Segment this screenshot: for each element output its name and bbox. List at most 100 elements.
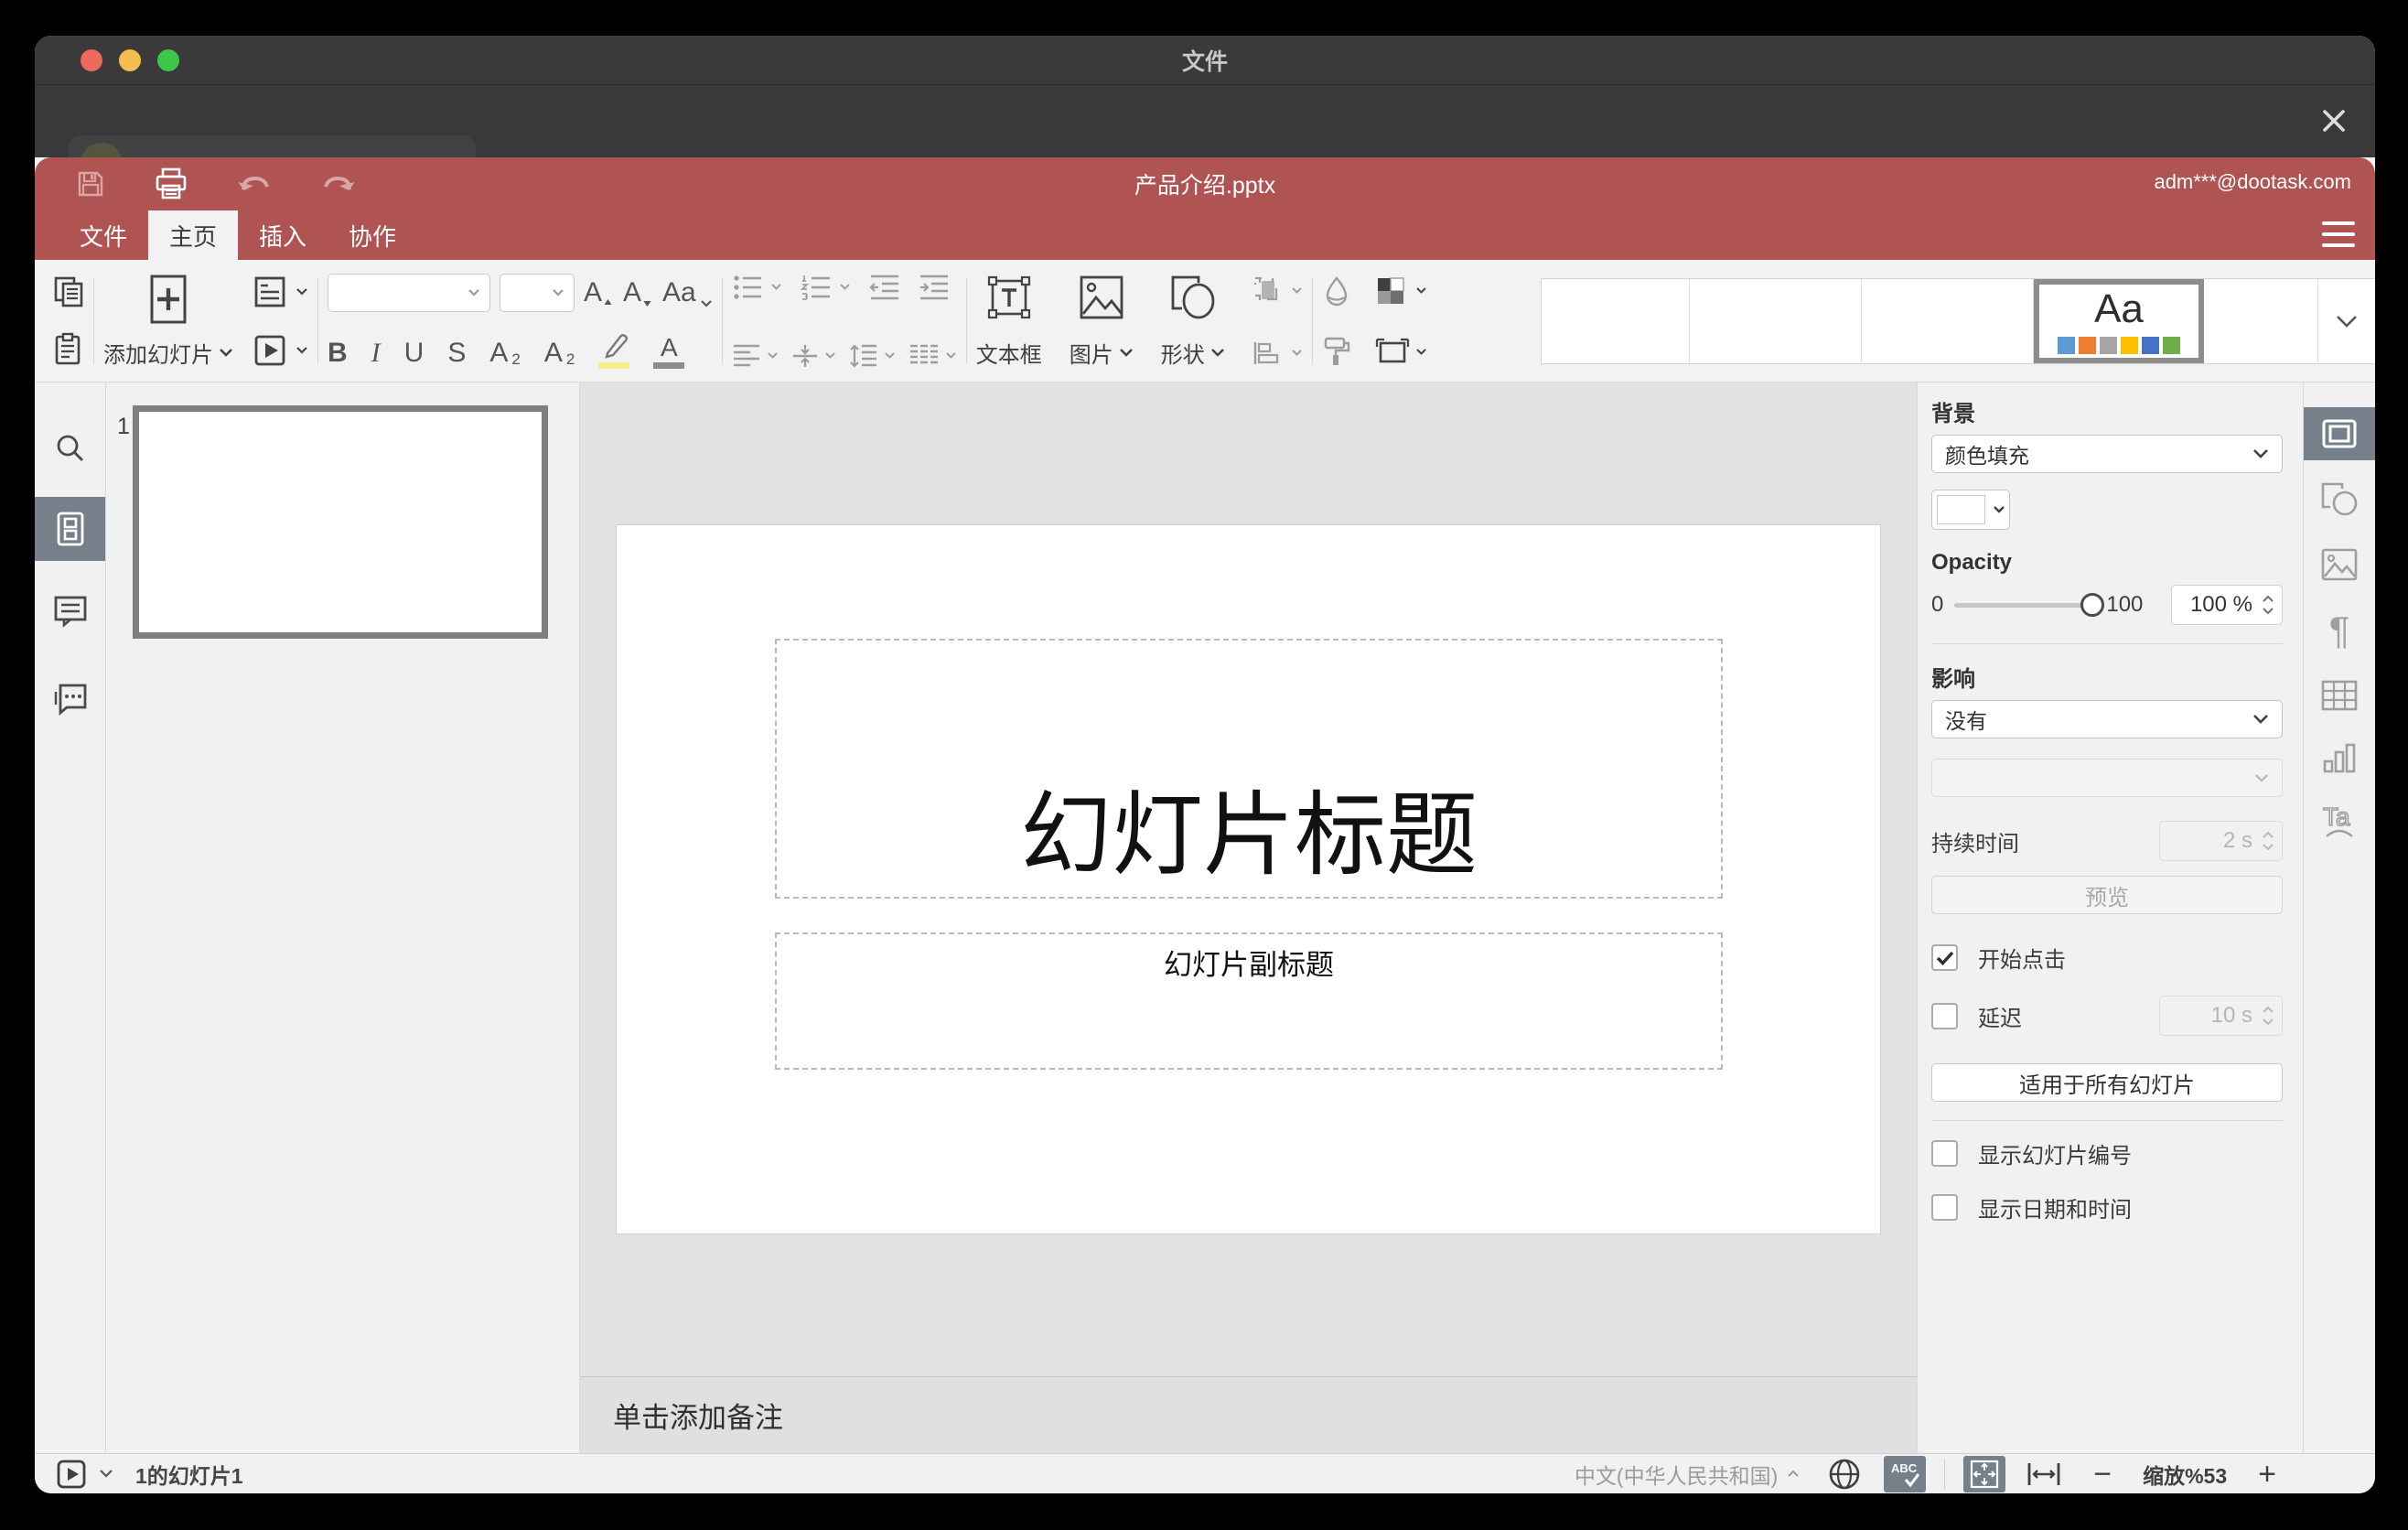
apply-to-all-slides-button[interactable]: 适用于所有幻灯片 [1931, 1063, 2283, 1102]
start-on-click-checkbox[interactable]: 开始点击 [1931, 942, 2283, 974]
theme-gallery-expand-button[interactable] [2318, 279, 2375, 363]
chevron-down-icon[interactable] [99, 1469, 113, 1479]
copy-style-button[interactable] [1322, 336, 1351, 367]
theme-selected[interactable]: Aa [2034, 279, 2204, 363]
language-selector[interactable]: 中文(中华人民共和国) [1575, 1459, 1800, 1490]
chat-button[interactable] [35, 683, 105, 716]
shape-settings-tab[interactable] [2304, 481, 2375, 518]
theme-slot-5[interactable] [2204, 279, 2318, 363]
underline-button[interactable]: U [404, 338, 425, 369]
preview-button[interactable]: 预览 [1931, 876, 2283, 914]
tab-collaboration[interactable]: 协作 [328, 210, 417, 260]
delay-input[interactable]: 10 s [2159, 996, 2283, 1036]
opacity-slider[interactable] [1954, 593, 2104, 617]
subtitle-placeholder[interactable]: 幻灯片副标题 [775, 932, 1723, 1070]
chart-settings-tab[interactable] [2304, 741, 2375, 776]
theme-slot-3[interactable] [1862, 279, 2034, 363]
numbering-button[interactable] [800, 274, 851, 301]
arrange-shape-button[interactable] [1252, 275, 1303, 307]
decrease-font-button[interactable]: A [623, 277, 653, 308]
show-date-time-checkbox[interactable]: 显示日期和时间 [1931, 1191, 2283, 1223]
checkbox-unchecked [1931, 1002, 1958, 1029]
spinner-up-icon[interactable] [2262, 1006, 2274, 1014]
spellcheck-button[interactable]: ABC [1884, 1455, 1927, 1492]
tab-home[interactable]: 主页 [148, 210, 238, 260]
theme-slot-2[interactable] [1690, 279, 1862, 363]
close-overlay-button[interactable] [2317, 103, 2351, 138]
italic-button[interactable]: I [371, 338, 381, 369]
find-button[interactable] [35, 432, 105, 465]
slide-settings-tab[interactable] [2304, 407, 2375, 460]
columns-button[interactable] [908, 343, 957, 369]
theme-slot-1[interactable] [1542, 279, 1690, 363]
copy-icon [54, 276, 83, 307]
fit-to-width-button[interactable] [2026, 1460, 2062, 1488]
highlight-color-button[interactable] [598, 333, 630, 369]
zoom-in-button[interactable]: + [2258, 1459, 2276, 1490]
bold-button[interactable]: B [328, 338, 348, 369]
spinner-up-icon[interactable] [2262, 595, 2274, 603]
insert-textbox-button[interactable]: 文本框 [976, 274, 1042, 369]
delay-label: 延迟 [1978, 1006, 2022, 1031]
font-size-combo[interactable] [500, 273, 575, 312]
bullets-button[interactable] [732, 274, 782, 301]
title-placeholder[interactable]: 幻灯片标题 [775, 639, 1723, 899]
background-color-picker[interactable] [1931, 490, 2010, 530]
add-slide-button[interactable]: 添加幻灯片 [103, 274, 233, 369]
spinner-up-icon[interactable] [2262, 831, 2274, 839]
spinner-down-icon[interactable] [2262, 1018, 2274, 1026]
increase-indent-button[interactable] [919, 274, 950, 301]
copy-button[interactable] [53, 275, 84, 308]
slides-panel-button[interactable] [35, 497, 105, 561]
font-color-button[interactable]: A [653, 334, 685, 369]
duration-input[interactable]: 2 s [2159, 821, 2283, 861]
superscript-button[interactable]: A2 [489, 338, 520, 369]
menu-button[interactable] [2322, 221, 2355, 247]
paragraph-settings-tab[interactable]: ¶ [2304, 611, 2375, 650]
align-shape-button[interactable] [1252, 339, 1303, 367]
notes-area[interactable]: 单击添加备注 [580, 1376, 1917, 1453]
set-language-button[interactable] [1827, 1457, 1862, 1492]
change-case-button[interactable]: Aa [662, 277, 713, 308]
slide-surface[interactable]: 幻灯片标题 幻灯片副标题 [616, 524, 1881, 1234]
chevron-down-icon [1292, 350, 1302, 356]
slide-thumbnail-1[interactable] [133, 405, 548, 639]
start-slideshow-button[interactable] [253, 334, 308, 367]
show-slide-number-checkbox[interactable]: 显示幻灯片编号 [1931, 1137, 2283, 1169]
spinner-down-icon[interactable] [2262, 843, 2274, 851]
image-settings-tab[interactable] [2304, 547, 2375, 582]
line-spacing-button[interactable] [849, 343, 896, 369]
increase-font-button[interactable]: A [584, 277, 614, 308]
tab-insert[interactable]: 插入 [238, 210, 328, 260]
paste-button[interactable] [53, 332, 84, 367]
insert-shape-button[interactable]: 形状 [1161, 274, 1225, 369]
tab-file[interactable]: 文件 [59, 210, 148, 260]
clear-style-button[interactable] [1322, 275, 1351, 307]
background-fill-select[interactable]: 颜色填充 [1931, 435, 2283, 473]
opacity-input[interactable]: 100 % [2171, 585, 2283, 625]
delay-checkbox[interactable]: 延迟 10 s [1931, 996, 2283, 1036]
right-settings-rail: ¶ Ta [2303, 382, 2375, 1453]
decrease-indent-button[interactable] [869, 274, 900, 301]
strikethrough-button[interactable]: S [447, 338, 466, 369]
textart-settings-tab[interactable]: Ta [2304, 802, 2375, 842]
table-settings-tab[interactable] [2304, 679, 2375, 712]
start-slideshow-status-button[interactable] [57, 1460, 86, 1489]
insert-image-button[interactable]: 图片 [1070, 274, 1134, 369]
font-name-combo[interactable] [328, 273, 490, 312]
subscript-button[interactable]: A2 [544, 338, 575, 369]
zoom-out-button[interactable]: − [2093, 1459, 2112, 1490]
effect-type-select[interactable] [1931, 759, 2283, 797]
effect-select[interactable]: 没有 [1931, 700, 2283, 738]
color-scheme-button[interactable] [1375, 275, 1427, 307]
chevron-down-icon [771, 284, 781, 290]
slide-layout-button[interactable] [253, 275, 308, 308]
slide-canvas[interactable]: 幻灯片标题 幻灯片副标题 [580, 382, 1917, 1376]
slide-size-button[interactable] [1375, 338, 1427, 367]
spinner-down-icon[interactable] [2262, 607, 2274, 615]
comments-button[interactable] [35, 595, 105, 628]
horizontal-align-button[interactable] [732, 343, 779, 369]
opacity-slider-knob[interactable] [2080, 593, 2104, 617]
fit-to-slide-button[interactable] [1963, 1455, 2006, 1492]
vertical-align-button[interactable] [791, 343, 836, 369]
